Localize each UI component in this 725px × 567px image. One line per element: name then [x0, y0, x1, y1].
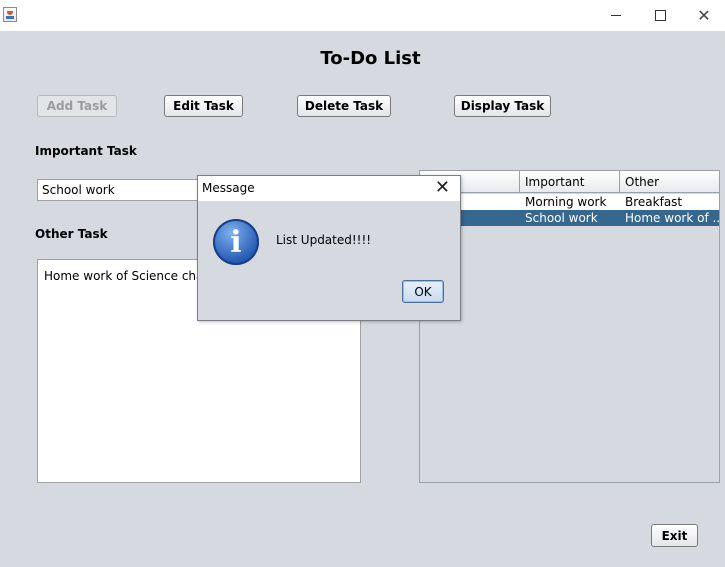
add-task-button[interactable]: Add Task [37, 95, 117, 117]
important-task-input[interactable]: School work [37, 179, 207, 201]
ok-button[interactable]: OK [402, 280, 444, 303]
delete-task-button[interactable]: Delete Task [297, 95, 391, 117]
minimize-button[interactable] [593, 0, 639, 31]
column-header-important[interactable]: Important [520, 171, 620, 192]
table-row-selected[interactable]: School work Home work of ... [420, 210, 719, 226]
dialog-message: List Updated!!!! [276, 233, 372, 247]
edit-task-button[interactable]: Edit Task [164, 95, 243, 117]
maximize-button[interactable] [637, 0, 683, 31]
table-cell: Morning work [525, 195, 607, 209]
message-dialog: Message ✕ i List Updated!!!! OK [197, 175, 461, 321]
display-task-button[interactable]: Display Task [454, 95, 551, 117]
information-icon: i [213, 219, 259, 265]
table-header: Important Other [420, 171, 719, 193]
other-task-label: Other Task [35, 227, 108, 241]
table-cell: School work [525, 211, 598, 225]
window-titlebar: ✕ [0, 0, 725, 31]
important-task-label: Important Task [35, 144, 137, 158]
task-table[interactable]: Important Other Morning work Breakfast S… [419, 170, 720, 483]
table-cell: Home work of ... [625, 211, 719, 225]
page-title: To-Do List [320, 48, 421, 69]
table-cell: Breakfast [625, 195, 683, 209]
dialog-titlebar: Message ✕ [198, 176, 460, 201]
exit-button[interactable]: Exit [651, 524, 698, 547]
column-header-other[interactable]: Other [620, 171, 719, 192]
window-close-button[interactable]: ✕ [681, 0, 725, 31]
java-app-icon [3, 7, 17, 22]
dialog-close-icon[interactable]: ✕ [435, 177, 450, 198]
table-row[interactable]: Morning work Breakfast [420, 194, 719, 210]
dialog-title: Message [202, 181, 255, 195]
